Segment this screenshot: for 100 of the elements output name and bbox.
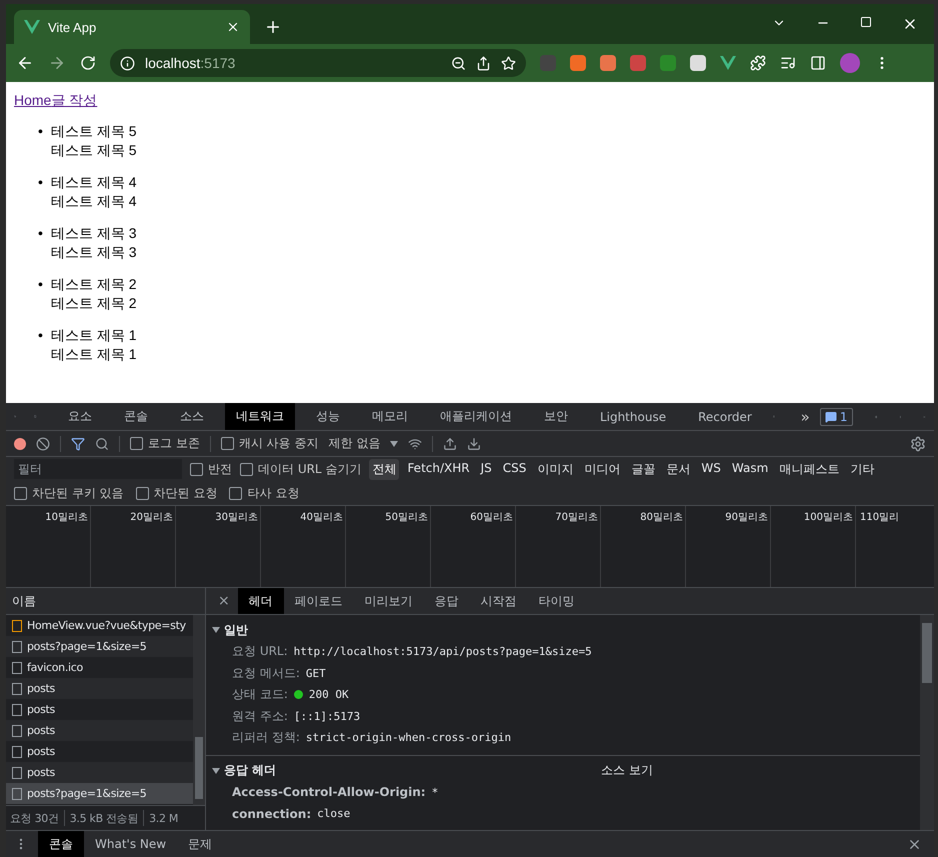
reload-icon[interactable]: [80, 55, 96, 71]
address-bar[interactable]: localhost:5173: [110, 49, 526, 77]
header-value: close: [317, 807, 350, 820]
issues-badge[interactable]: 1: [820, 408, 852, 426]
wifi-settings-icon[interactable]: [408, 436, 422, 450]
type-filter-button[interactable]: Fetch/XHR: [404, 458, 473, 480]
header-name: 원격 주소:: [232, 708, 288, 725]
filter-field[interactable]: 필터: [14, 459, 182, 479]
type-filter-button[interactable]: 글꼴: [628, 458, 658, 480]
checkbox[interactable]: 반전: [190, 460, 232, 478]
request-row[interactable]: posts?page=1&size=5: [6, 783, 193, 804]
share-icon[interactable]: [476, 56, 491, 70]
expand-triangle-icon[interactable]: [212, 627, 220, 633]
post-title: 테스트 제목 2: [51, 275, 137, 294]
request-row[interactable]: posts: [6, 762, 193, 783]
checkbox[interactable]: 데이터 URL 숨기기: [240, 460, 362, 478]
devtools-tab[interactable]: 소스: [168, 403, 215, 430]
header-value: strict-origin-when-cross-origin: [306, 731, 512, 744]
file-icon: [12, 746, 22, 758]
type-filter-button[interactable]: 전체: [369, 458, 400, 480]
post-title: 테스트 제목 5: [51, 122, 137, 141]
request-row[interactable]: posts: [6, 720, 193, 741]
detail-tab[interactable]: 타이밍: [528, 588, 586, 614]
extension-icon[interactable]: [570, 55, 586, 71]
request-row[interactable]: posts?page=1&size=5: [6, 636, 193, 657]
checkbox[interactable]: 차단된 요청: [136, 484, 218, 502]
side-panel-icon[interactable]: [810, 55, 826, 71]
detail-tab[interactable]: 시작점: [470, 588, 528, 614]
maximize-icon[interactable]: [860, 16, 872, 28]
drawer-tab[interactable]: What's New: [84, 831, 178, 857]
extension-icon[interactable]: [600, 55, 616, 71]
time-tick-label: 70밀리초: [555, 512, 598, 523]
nav-link[interactable]: Home: [14, 92, 52, 108]
clear-icon[interactable]: [36, 436, 50, 450]
stylesheet-icon: [12, 620, 22, 632]
type-filter-button[interactable]: 기타: [847, 458, 878, 480]
detail-tab[interactable]: 페이로드: [284, 588, 354, 614]
devtools-tab[interactable]: Recorder: [687, 403, 763, 430]
expand-triangle-icon[interactable]: [212, 768, 220, 774]
devtools-tab[interactable]: 성능: [304, 403, 351, 430]
drawer-tab[interactable]: 문제: [177, 831, 224, 857]
type-filter-button[interactable]: 매니페스트: [776, 458, 842, 480]
detail-tab[interactable]: 미리보기: [354, 588, 424, 614]
vue-logo-icon[interactable]: [720, 56, 736, 70]
time-tick-label: 20밀리초: [130, 512, 173, 523]
view-source-link[interactable]: 소스 보기: [541, 762, 653, 779]
type-filter-button[interactable]: CSS: [500, 458, 530, 480]
drawer-tab[interactable]: 콘솔: [38, 831, 84, 857]
devtools-tab[interactable]: 요소: [56, 403, 103, 430]
bullet: •: [38, 326, 43, 345]
header-value: [::1]:5173: [294, 710, 360, 723]
type-filter-button[interactable]: Wasm: [728, 458, 772, 480]
forward-icon[interactable]: [48, 54, 66, 72]
post-content: 테스트 제목 1: [51, 345, 137, 364]
new-tab-icon[interactable]: [264, 18, 282, 36]
info-icon[interactable]: [120, 56, 135, 70]
throttling-dropdown[interactable]: 제한 없음: [328, 435, 380, 452]
file-icon: [12, 704, 22, 716]
record-button[interactable]: [14, 438, 26, 450]
zoom-out-icon[interactable]: [451, 56, 466, 70]
puzzle-icon[interactable]: [750, 55, 766, 71]
star-icon[interactable]: [501, 56, 516, 70]
upload-icon[interactable]: [443, 436, 458, 450]
nav-link[interactable]: 글 작성: [51, 92, 98, 108]
more-tabs-button[interactable]: »: [800, 408, 810, 426]
post-title: 테스트 제목 3: [51, 224, 137, 243]
search-icon[interactable]: [95, 436, 109, 450]
back-icon[interactable]: [16, 54, 34, 72]
column-header[interactable]: 이름: [12, 592, 36, 610]
checkbox[interactable]: 캐시 사용 중지: [220, 435, 318, 452]
devtools-tab[interactable]: 애플리케이션: [428, 403, 523, 430]
checkbox[interactable]: 로그 보존: [130, 435, 200, 452]
request-row[interactable]: posts: [6, 678, 193, 699]
section-title[interactable]: 응답 헤더: [224, 762, 276, 779]
detail-tab[interactable]: 응답: [424, 588, 470, 614]
section-title[interactable]: 일반: [224, 622, 248, 638]
scrollbar[interactable]: [920, 615, 934, 830]
browser-tab[interactable]: Vite App: [14, 10, 250, 44]
url-text: localhost:5173: [145, 55, 236, 71]
devtools-tab[interactable]: 네트워크: [224, 403, 295, 430]
devtools-tab[interactable]: 메모리: [360, 403, 419, 430]
type-filter-button[interactable]: 문서: [663, 458, 694, 480]
type-filter-button[interactable]: 미디어: [581, 458, 624, 480]
detail-tab[interactable]: 헤더: [238, 588, 284, 614]
type-filter-button[interactable]: JS: [478, 458, 495, 480]
caret-icon[interactable]: [390, 440, 398, 446]
header-value: http://localhost:5173/api/posts?page=1&size=5: [294, 645, 592, 658]
devtools-tab[interactable]: Lighthouse: [588, 403, 678, 430]
devtools-tab[interactable]: 보안: [532, 403, 579, 430]
type-filter-button[interactable]: 이미지: [534, 458, 576, 480]
devtools-tab[interactable]: 콘솔: [112, 403, 159, 430]
scrollbar[interactable]: [193, 615, 205, 805]
type-filter-button[interactable]: WS: [698, 458, 724, 480]
extension-icon[interactable]: [690, 55, 706, 71]
download-icon[interactable]: [467, 436, 482, 450]
filter-icon[interactable]: [71, 436, 85, 450]
checkbox[interactable]: 차단된 쿠키 있음: [14, 484, 124, 502]
close-button[interactable]: ×: [210, 593, 238, 609]
checkbox[interactable]: 타사 요청: [229, 484, 300, 502]
media-list-icon[interactable]: [780, 55, 796, 71]
